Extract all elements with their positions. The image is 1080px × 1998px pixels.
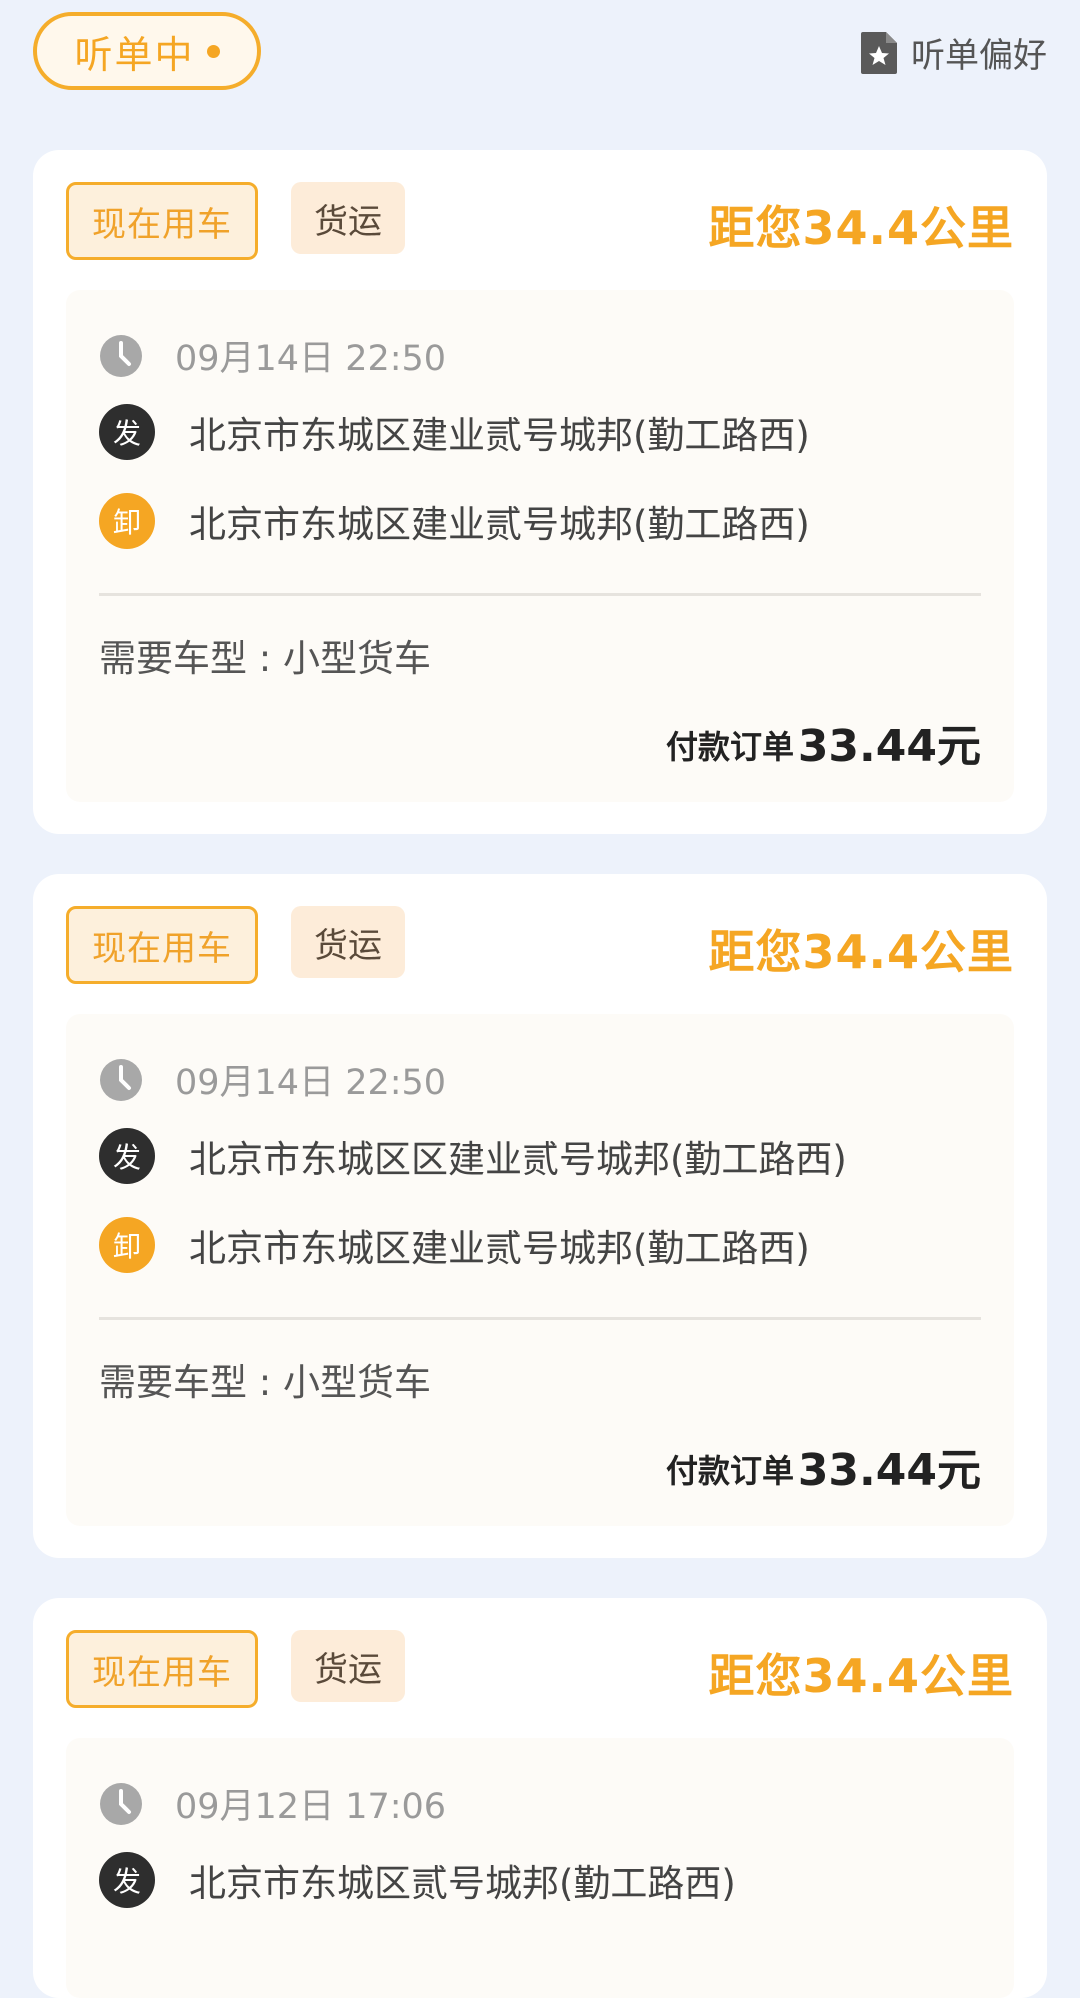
- tag-now-ride: 现在用车: [66, 906, 258, 984]
- divider: [99, 593, 981, 596]
- order-time: 09月12日 17:06: [175, 1787, 447, 1827]
- payment-label: 付款订单: [665, 1452, 794, 1490]
- pickup-row: 发 北京市东城区贰号城邦(勤工路西): [99, 1852, 736, 1908]
- dropoff-badge: 卸: [99, 1217, 155, 1273]
- pickup-address: 北京市东城区区建业贰号城邦(勤工路西): [189, 1138, 847, 1181]
- pickup-badge: 发: [99, 404, 155, 460]
- tag-now-ride: 现在用车: [66, 1630, 258, 1708]
- order-price: 33.44元: [797, 721, 981, 772]
- order-time: 09月14日 22:50: [175, 1063, 447, 1103]
- document-star-icon: [859, 30, 899, 76]
- pickup-badge: 发: [99, 1128, 155, 1184]
- status-dot-icon: [206, 44, 220, 58]
- top-bar: 听单中 听单偏好: [0, 0, 1080, 130]
- clock-icon: [99, 334, 143, 378]
- divider: [99, 1317, 981, 1320]
- payment-label: 付款订单: [665, 728, 794, 766]
- vehicle-type: 需要车型 : 小型货车: [99, 637, 431, 680]
- tag-order-type: 货运: [291, 906, 405, 978]
- order-price: 33.44元: [797, 1445, 981, 1496]
- tag-order-type: 货运: [291, 1630, 405, 1702]
- pickup-row: 发 北京市东城区建业贰号城邦(勤工路西): [99, 404, 810, 460]
- order-card[interactable]: 现在用车 货运 距您34.4公里 09月14日 22:50 发 北京市东城区区建…: [33, 874, 1047, 1558]
- order-time-row: 09月12日 17:06: [99, 1778, 446, 1829]
- distance-label: 距您34.4公里: [708, 1649, 1014, 1703]
- pickup-address: 北京市东城区建业贰号城邦(勤工路西): [189, 414, 810, 457]
- order-card[interactable]: 现在用车 货运 距您34.4公里 09月12日 17:06 发 北京市东城区贰号…: [33, 1598, 1047, 1998]
- tag-now-ride: 现在用车: [66, 182, 258, 260]
- order-time-row: 09月14日 22:50: [99, 1054, 446, 1105]
- listening-status-button[interactable]: 听单中: [33, 12, 261, 90]
- clock-icon: [99, 1782, 143, 1826]
- listening-status-label: 听单中: [74, 32, 195, 77]
- order-time-row: 09月14日 22:50: [99, 330, 446, 381]
- pickup-address: 北京市东城区贰号城邦(勤工路西): [189, 1862, 736, 1905]
- order-time: 09月14日 22:50: [175, 339, 447, 379]
- order-detail-panel: 09月14日 22:50 发 北京市东城区区建业贰号城邦(勤工路西) 卸 北京市…: [66, 1014, 1014, 1526]
- vehicle-type: 需要车型 : 小型货车: [99, 1361, 431, 1404]
- distance-label: 距您34.4公里: [708, 201, 1014, 255]
- pickup-row: 发 北京市东城区区建业贰号城邦(勤工路西): [99, 1128, 847, 1184]
- clock-icon: [99, 1058, 143, 1102]
- dropoff-row: 卸 北京市东城区建业贰号城邦(勤工路西): [99, 493, 810, 549]
- dropoff-badge: 卸: [99, 493, 155, 549]
- dropoff-address: 北京市东城区建业贰号城邦(勤工路西): [189, 1227, 810, 1270]
- order-preference-label: 听单偏好: [911, 36, 1047, 76]
- distance-label: 距您34.4公里: [708, 925, 1014, 979]
- tag-order-type: 货运: [291, 182, 405, 254]
- pickup-badge: 发: [99, 1852, 155, 1908]
- order-detail-panel: 09月12日 17:06 发 北京市东城区贰号城邦(勤工路西): [66, 1738, 1014, 1998]
- dropoff-row: 卸 北京市东城区建业贰号城邦(勤工路西): [99, 1217, 810, 1273]
- order-card[interactable]: 现在用车 货运 距您34.4公里 09月14日 22:50 发 北京市东城区建业…: [33, 150, 1047, 834]
- order-detail-panel: 09月14日 22:50 发 北京市东城区建业贰号城邦(勤工路西) 卸 北京市东…: [66, 290, 1014, 802]
- dropoff-address: 北京市东城区建业贰号城邦(勤工路西): [189, 503, 810, 546]
- order-preference-button[interactable]: 听单偏好: [859, 28, 1047, 77]
